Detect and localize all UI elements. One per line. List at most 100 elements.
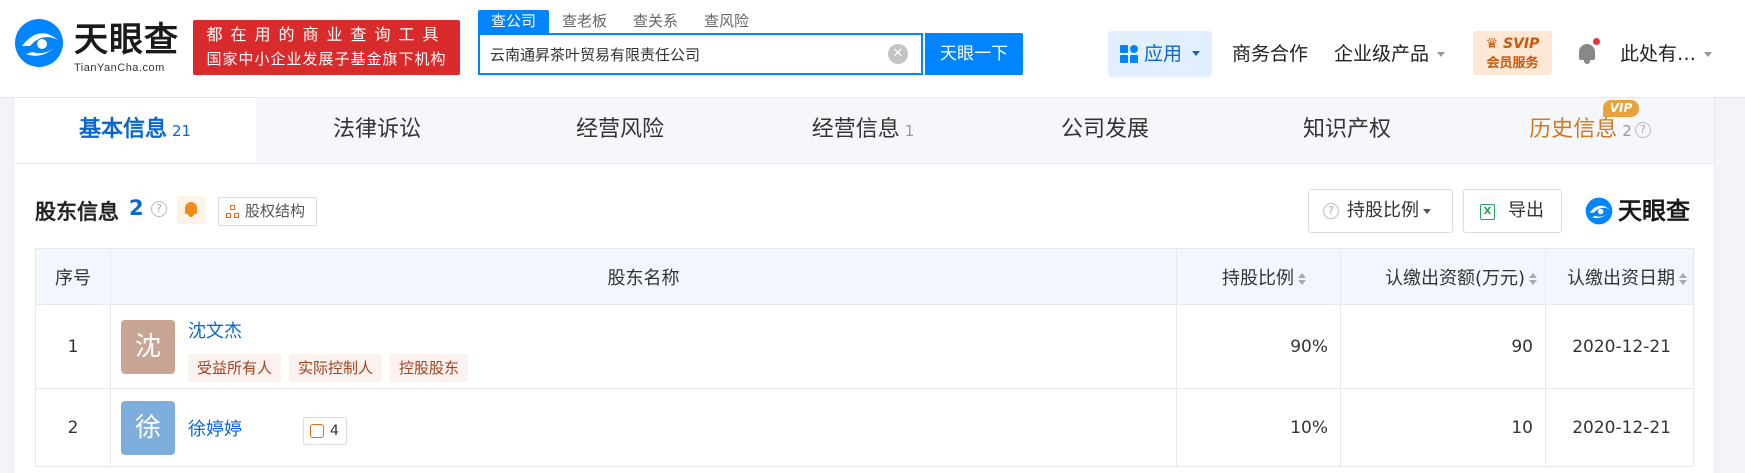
subscribed-date: 2020-12-21 xyxy=(1545,388,1694,467)
slogan-banner: 都在用的商业查询工具 国家中小企业发展子基金旗下机构 xyxy=(193,20,460,75)
related-companies-badge[interactable]: 4 xyxy=(303,417,347,445)
table-row: 1 沈 沈文杰 受益所有人 实际控制人 控股股东 90% 90 2020-12-21 xyxy=(35,304,1694,389)
search-box: ✕ xyxy=(478,33,925,75)
tab-label: 知识产权 xyxy=(1302,117,1391,142)
export-label: 导出 xyxy=(1508,200,1544,221)
sort-icon xyxy=(1679,272,1687,285)
help-icon[interactable]: ? xyxy=(1634,122,1651,138)
equity-structure-button[interactable]: 股权结构 xyxy=(218,197,317,226)
col-header-name: 股东名称 xyxy=(110,248,1177,305)
svip-label: ♛ SVIP xyxy=(1485,36,1540,52)
tag-beneficial-owner[interactable]: 受益所有人 xyxy=(188,354,282,382)
tag-list: 受益所有人 实际控制人 控股股东 xyxy=(188,354,476,382)
row-index: 2 xyxy=(35,388,111,467)
equity-structure-label: 股权结构 xyxy=(245,202,306,220)
apps-label: 应用 xyxy=(1144,43,1183,65)
tab-label: 历史信息 xyxy=(1529,117,1618,142)
shareholder-name-link[interactable]: 徐婷婷 xyxy=(188,415,242,441)
nav-business-cooperation[interactable]: 商务合作 xyxy=(1232,31,1308,77)
svip-text: SVIP xyxy=(1503,36,1540,52)
subscribed-amount: 90 xyxy=(1340,304,1546,389)
search-input[interactable] xyxy=(480,35,925,73)
brand-text: 天眼查 xyxy=(1618,197,1690,225)
tab-company-development[interactable]: 公司发展 xyxy=(984,98,1226,163)
table-header-row: 序号 股东名称 持股比例 认缴出资额(万元) 认缴出资日期 xyxy=(35,248,1694,305)
col-header-amount[interactable]: 认缴出资额(万元) xyxy=(1340,248,1546,305)
search-tab-company[interactable]: 查公司 xyxy=(478,10,550,34)
tag-actual-controller[interactable]: 实际控制人 xyxy=(289,354,383,382)
col-header-amount-label: 认缴出资额(万元) xyxy=(1384,267,1525,289)
tab-basic-info[interactable]: 基本信息 21 xyxy=(14,98,256,163)
chevron-down-icon xyxy=(1704,52,1713,57)
tab-business-info[interactable]: 经营信息 1 xyxy=(742,98,984,163)
company-tab-bar: 基本信息 21 法律诉讼 经营风险 经营信息 1 公司发展 知识产权 历史信息 2? xyxy=(13,98,1715,164)
avatar[interactable]: 徐 xyxy=(121,401,175,455)
chevron-down-icon xyxy=(1437,52,1446,57)
shareholder-table: 序号 股东名称 持股比例 认缴出资额(万元) 认缴出资日期 1 沈 沈文杰 受益… xyxy=(35,248,1694,467)
tianyancha-logo[interactable]: 天眼查 TianYanCha.com xyxy=(12,16,184,74)
avatar[interactable]: 沈 xyxy=(121,320,175,374)
member-service-label: 会员服务 xyxy=(1486,56,1539,71)
help-icon: ? xyxy=(1323,203,1339,219)
tab-legal-litigation[interactable]: 法律诉讼 xyxy=(256,98,498,163)
col-header-date-label: 认缴出资日期 xyxy=(1567,267,1675,289)
nav-enterprise-products[interactable]: 企业级产品 xyxy=(1334,31,1446,77)
export-button[interactable]: X 导出 xyxy=(1463,189,1562,233)
help-icon[interactable]: ? xyxy=(151,201,167,217)
table-row: 2 徐 徐婷婷 4 10% 10 2020-12-21 xyxy=(35,388,1694,467)
logo-subtext: TianYanCha.com xyxy=(74,62,165,74)
chevron-down-icon xyxy=(1423,208,1431,214)
tab-count: 2 xyxy=(1622,122,1632,140)
apps-menu-button[interactable]: 应用 xyxy=(1108,31,1212,77)
tab-label: 基本信息 xyxy=(78,117,167,142)
vip-tag: VIP xyxy=(1603,100,1639,117)
col-header-date[interactable]: 认缴出资日期 xyxy=(1545,248,1694,305)
col-header-ratio-label: 持股比例 xyxy=(1222,267,1294,289)
col-header-ratio[interactable]: 持股比例 xyxy=(1176,248,1341,305)
holding-ratio-label: 持股比例 xyxy=(1347,200,1419,221)
sort-icon xyxy=(1529,272,1537,285)
eye-logo-icon xyxy=(15,19,63,67)
tab-history-info[interactable]: 历史信息 2? xyxy=(1469,98,1711,163)
tab-label: 经营风险 xyxy=(575,117,664,142)
shareholder-panel: 股东信息 2 ? 股权结构 ? 持股比例 X 导出 天眼查 序号 股东名称 持股… xyxy=(13,164,1715,473)
chevron-down-icon xyxy=(1192,51,1200,56)
section-title: 股东信息 xyxy=(35,200,119,224)
org-chart-icon xyxy=(226,205,240,219)
row-index: 1 xyxy=(35,304,111,389)
section-count: 2 xyxy=(129,196,144,220)
search-type-tabs: 查公司 查老板 查关系 查风险 xyxy=(478,10,762,34)
col-header-index: 序号 xyxy=(35,248,111,305)
search-tab-relation[interactable]: 查关系 xyxy=(620,10,691,34)
tag-controlling-shareholder[interactable]: 控股股东 xyxy=(390,354,469,382)
holding-ratio-filter[interactable]: ? 持股比例 xyxy=(1308,189,1453,233)
svip-member-button[interactable]: ♛ SVIP 会员服务 xyxy=(1473,31,1552,75)
subscribed-amount: 10 xyxy=(1340,388,1546,467)
nav-enterprise-label: 企业级产品 xyxy=(1334,43,1430,65)
user-menu[interactable]: 此处有… xyxy=(1620,31,1713,77)
tab-business-risk[interactable]: 经营风险 xyxy=(499,98,741,163)
related-count: 4 xyxy=(330,423,339,439)
top-header: 天眼查 TianYanCha.com 都在用的商业查询工具 国家中小企业发展子基… xyxy=(0,0,1745,98)
tab-label: 法律诉讼 xyxy=(332,117,421,142)
holding-ratio: 90% xyxy=(1176,304,1341,389)
relation-icon xyxy=(310,424,324,438)
tab-intellectual-property[interactable]: 知识产权 xyxy=(1226,98,1468,163)
slogan-line-1: 都在用的商业查询工具 xyxy=(206,25,447,44)
search-tab-boss[interactable]: 查老板 xyxy=(549,10,620,34)
clear-icon[interactable]: ✕ xyxy=(888,44,908,64)
notification-bell-icon[interactable] xyxy=(1577,38,1600,64)
tab-count: 1 xyxy=(904,122,915,140)
tab-label: 经营信息 xyxy=(811,117,900,142)
tab-count: 21 xyxy=(171,122,192,140)
subscribed-date: 2020-12-21 xyxy=(1545,304,1694,389)
shareholder-cell: 徐 徐婷婷 4 xyxy=(110,388,1177,467)
search-button[interactable]: 天眼一下 xyxy=(925,33,1023,75)
search-tab-risk[interactable]: 查风险 xyxy=(691,10,762,34)
tab-label: 公司发展 xyxy=(1060,117,1149,142)
shareholder-name-link[interactable]: 沈文杰 xyxy=(188,317,242,343)
user-name: 此处有… xyxy=(1620,43,1697,65)
sort-icon xyxy=(1298,272,1306,285)
holding-ratio: 10% xyxy=(1176,388,1341,467)
monitor-bell-icon[interactable] xyxy=(177,196,205,224)
